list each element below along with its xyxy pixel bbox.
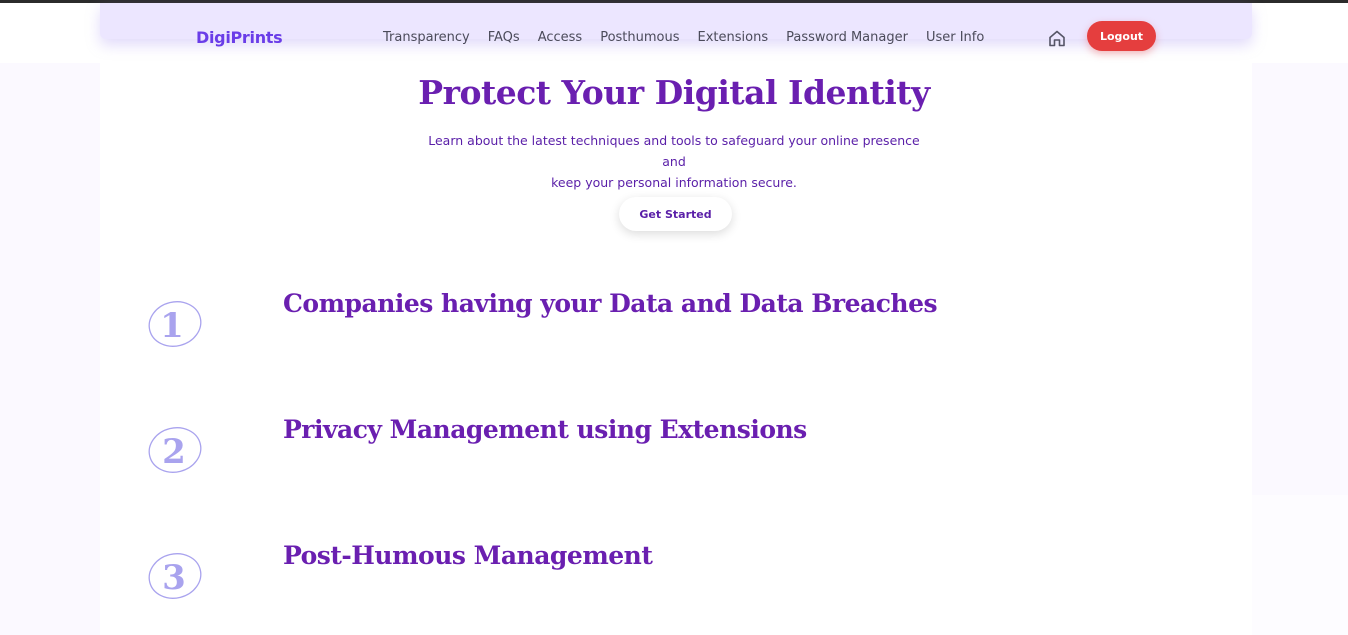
step-number-3: 3: [162, 558, 186, 598]
nav-link-faqs[interactable]: FAQs: [488, 30, 520, 45]
step-number-2: 2: [162, 432, 186, 472]
step-title-3[interactable]: Post-Humous Management: [283, 541, 653, 570]
nav-link-posthumous[interactable]: Posthumous: [600, 30, 679, 45]
nav-links: Transparency FAQs Access Posthumous Exte…: [383, 30, 1002, 45]
step-title-1[interactable]: Companies having your Data and Data Brea…: [283, 289, 938, 318]
step-title-2[interactable]: Privacy Management using Extensions: [283, 415, 807, 444]
nav-link-access[interactable]: Access: [538, 30, 583, 45]
hero-subtitle-line-1: Learn about the latest techniques and to…: [428, 133, 920, 169]
hero-subtitle-line-2: keep your personal information secure.: [551, 175, 797, 190]
home-icon[interactable]: [1047, 29, 1067, 47]
step-item-1: 1 Companies having your Data and Data Br…: [0, 289, 1348, 365]
nav-link-transparency[interactable]: Transparency: [383, 30, 470, 45]
nav-link-password-manager[interactable]: Password Manager: [786, 30, 908, 45]
nav-link-extensions[interactable]: Extensions: [698, 30, 769, 45]
brand-logo[interactable]: DigiPrints: [196, 28, 283, 47]
step-number-2-badge: 2: [148, 427, 202, 473]
logout-button[interactable]: Logout: [1087, 21, 1156, 51]
top-navigation: DigiPrints Transparency FAQs Access Post…: [0, 6, 1348, 66]
step-item-2: 2 Privacy Management using Extensions: [0, 415, 1348, 491]
hero-title: Protect Your Digital Identity: [418, 73, 930, 112]
nav-link-user-info[interactable]: User Info: [926, 30, 984, 45]
get-started-button[interactable]: Get Started: [619, 197, 732, 231]
hero-subtitle: Learn about the latest techniques and to…: [424, 130, 924, 193]
page: DigiPrints Transparency FAQs Access Post…: [0, 3, 1348, 635]
step-number-1: 1: [160, 306, 184, 346]
step-number-1-badge: 1: [148, 301, 202, 347]
step-item-3: 3 Post-Humous Management: [0, 541, 1348, 617]
step-number-3-badge: 3: [148, 553, 202, 599]
